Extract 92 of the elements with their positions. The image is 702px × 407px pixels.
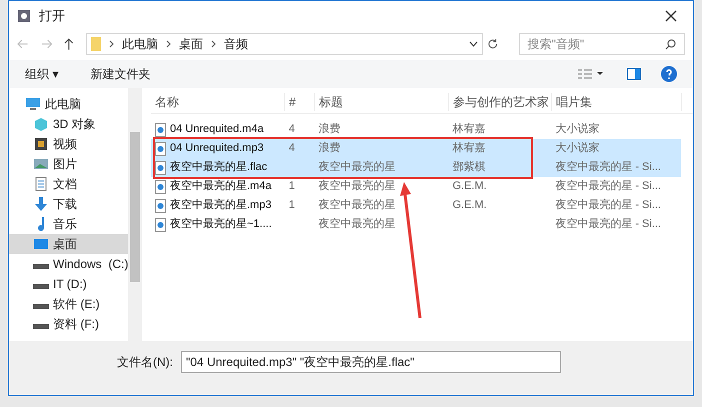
audio-file-icon [155,142,166,156]
table-cell-text: 夜空中最亮的星.flac [170,160,268,176]
drive-icon [33,324,49,328]
sidebar-item[interactable]: 视频 [9,134,128,154]
search-icon [665,38,676,50]
sidebar-item[interactable]: Windows (C:) [9,254,128,274]
sidebar-item[interactable]: 桌面 [9,234,128,254]
drive-icon [33,264,49,268]
file-row[interactable]: 夜空中最亮的星.mp3 1 夜空中最亮的星 G.E.M. 夜空中最亮的星 - Si... [151,196,681,215]
audio-file-icon [155,122,166,136]
table-cell-text: 1 [288,179,295,194]
sidebar-item[interactable]: 图片 [9,154,128,174]
audio-file-icon [155,160,166,174]
folder-icon [90,37,101,51]
sidebar-item[interactable]: 音乐 [9,214,128,234]
table-cell-text: 夜空中最亮的星.m4a [170,178,272,194]
table-cell-text: 夜空中最亮的星 - Si... [555,160,661,176]
column-header[interactable]: # [285,92,315,110]
cube-icon [33,117,49,131]
sidebar-item[interactable]: 此电脑 [9,94,128,114]
audio-file-icon [155,180,166,194]
film-icon [33,137,49,151]
table-cell-text: 04 Unrequited.mp3 [170,141,264,156]
column-header[interactable]: 名称 [151,92,285,110]
column-header[interactable]: 唱片集 [552,92,682,110]
table-cell-text: 浪费 [318,140,341,156]
audio-file-icon [155,218,166,232]
table-cell-text: 鄧紫棋 [452,160,486,176]
search-field[interactable]: 搜索"音频" [518,33,686,55]
table-cell-text: 夜空中最亮的星 - Si... [555,216,661,232]
table-cell-text: 04 Unrequited.m4a [170,122,264,138]
filename-field[interactable]: "04 Unrequited.mp3" "夜空中最亮的星.flac" [181,351,561,373]
table-cell-text: 夜空中最亮的星 [318,216,396,232]
table-cell-text: 1 [288,198,295,214]
sidebar-item[interactable]: 文档 [9,174,128,194]
filename-label: 文件名(N): [117,354,173,371]
down-arrow-icon [33,197,49,211]
chevron-icon [166,40,171,48]
table-cell-text: 林宥嘉 [452,140,486,156]
breadcrumb[interactable]: 此电脑 [122,35,158,53]
sidebar-item[interactable]: 下载 [9,194,128,214]
search-placeholder: 搜索"音频" [528,36,586,53]
table-cell-text: G.E.M. [452,198,487,214]
refresh-icon[interactable] [487,38,499,50]
sidebar-item[interactable]: 资料 (F:) [9,314,128,334]
sidebar-item[interactable]: 3D 对象 [9,114,128,134]
organize-menu[interactable]: 组织 ▾ [25,65,58,83]
scrollbar[interactable] [128,88,142,341]
file-row[interactable]: 夜空中最亮的星~1.... 夜空中最亮的星 夜空中最亮的星 - Si... [151,215,681,234]
picture-icon [33,157,49,171]
help-icon[interactable] [661,66,677,82]
chevron-icon [210,40,216,48]
table-cell-text: 夜空中最亮的星 [318,178,396,194]
table-cell-text: G.E.M. [452,179,487,194]
app-icon [17,9,31,23]
address-bar[interactable]: 此电脑 桌面 音频 [86,33,484,55]
computer-icon [25,97,41,111]
audio-file-icon [155,198,166,212]
sidebar-item[interactable]: 软件 (E:) [9,294,128,314]
document-icon [33,177,49,191]
sidebar-item[interactable]: IT (D:) [9,274,128,294]
column-header[interactable]: 标题 [315,92,449,110]
table-cell-text: 夜空中最亮的星.mp3 [170,198,272,214]
breadcrumb[interactable]: 桌面 [178,35,203,53]
table-cell-text: 夜空中最亮的星 - Si... [555,178,661,194]
drive-icon [33,284,49,288]
table-cell-text: 大小说家 [555,122,600,138]
table-cell-text: 4 [288,122,295,138]
file-row[interactable]: 04 Unrequited.m4a 4 浪费 林宥嘉 大小说家 [151,120,681,139]
table-cell-text: 夜空中最亮的星~1.... [170,216,272,232]
file-row[interactable]: 夜空中最亮的星.flac 夜空中最亮的星 鄧紫棋 夜空中最亮的星 - Si... [151,158,681,177]
breadcrumb[interactable]: 音频 [224,35,248,53]
table-cell-text: 夜空中最亮的星 [318,198,396,214]
file-row[interactable]: 04 Unrequited.mp3 4 浪费 林宥嘉 大小说家 [151,139,681,158]
table-cell-text: 大小说家 [555,140,600,156]
dropdown-caret-icon[interactable] [469,41,478,47]
preview-pane-icon[interactable] [627,68,641,80]
table-cell-text: 夜空中最亮的星 - Si... [555,198,661,214]
chevron-icon [108,40,114,48]
table-cell-text: 浪费 [318,122,341,138]
window-title: 打开 [39,7,65,26]
column-header[interactable]: 参与创作的艺术家 [449,92,552,110]
file-row[interactable]: 夜空中最亮的星.m4a 1 夜空中最亮的星 G.E.M. 夜空中最亮的星 - Si... [151,177,681,196]
new-folder-button[interactable]: 新建文件夹 [90,65,150,83]
table-cell-text: 林宥嘉 [452,122,486,138]
up-arrow-icon[interactable] [64,38,74,50]
desktop-icon [33,237,49,251]
close-icon[interactable] [665,10,677,22]
view-options-icon[interactable] [577,68,603,80]
drive-icon [33,304,49,308]
table-cell-text: 4 [288,141,295,156]
table-cell-text: 夜空中最亮的星 [318,160,396,176]
